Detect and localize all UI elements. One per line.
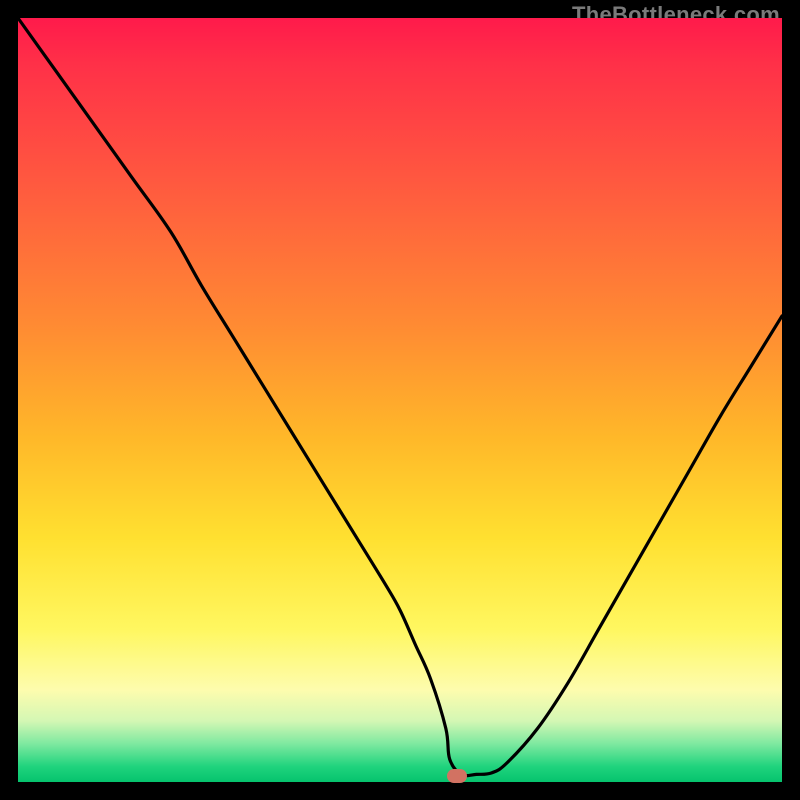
- bottleneck-curve: [18, 18, 782, 782]
- optimal-point-marker: [447, 769, 467, 783]
- chart-frame: TheBottleneck.com: [0, 0, 800, 800]
- plot-area: [18, 18, 782, 782]
